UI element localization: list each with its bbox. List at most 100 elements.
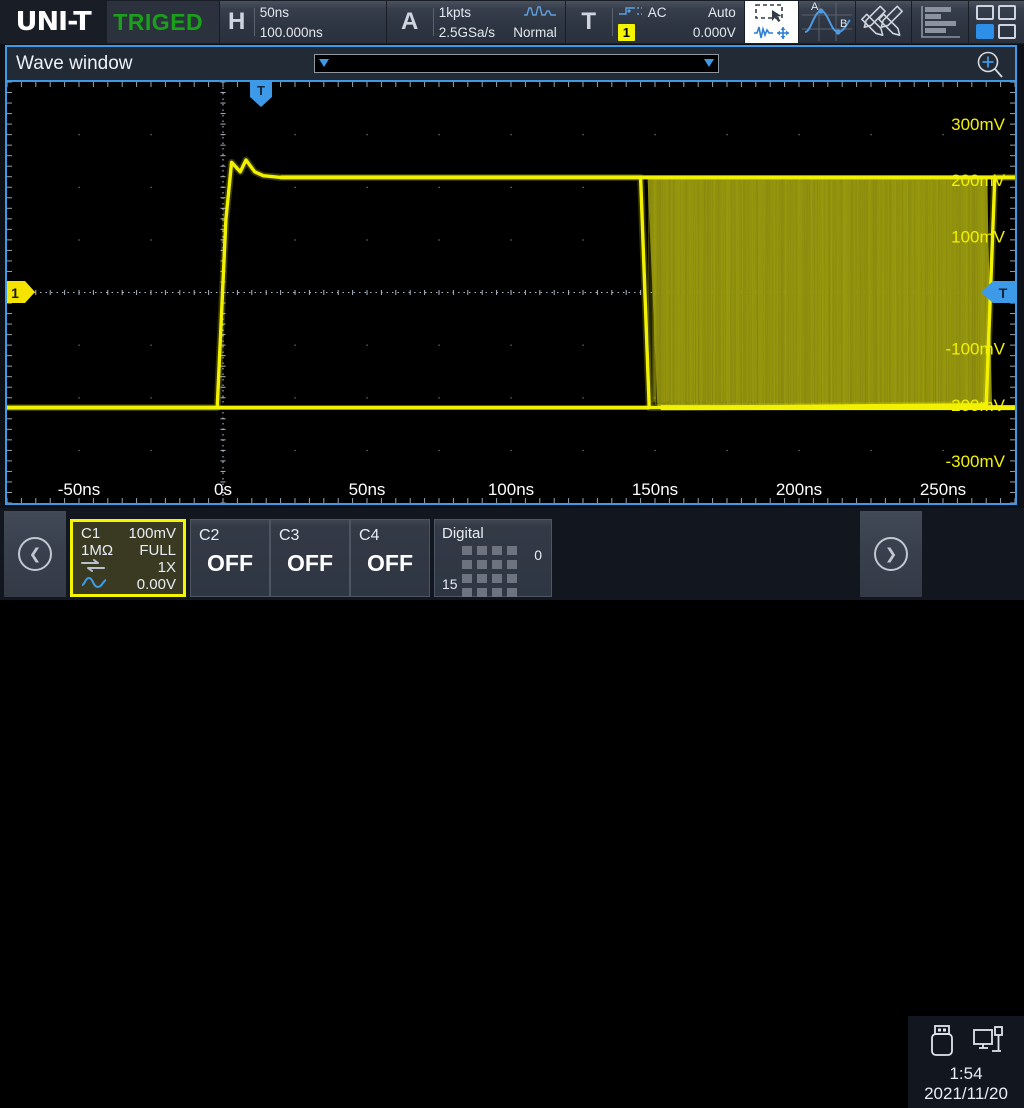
trigger-sweep-mode: Auto xyxy=(708,5,736,20)
c3-state: OFF xyxy=(271,550,349,577)
trigger-edge-icon xyxy=(618,4,644,21)
digital-channel-matrix xyxy=(462,546,517,597)
y-axis-tick-label: 100mV xyxy=(951,227,1006,246)
trigger-coupling: AC xyxy=(648,5,690,20)
c4-name: C4 xyxy=(359,527,379,545)
usb-drive-icon xyxy=(929,1025,955,1062)
quad-layout-icon[interactable] xyxy=(969,1,1024,43)
bottom-bar: ❮ C1 100mV 1MΩ FULL 1X xyxy=(0,508,1024,600)
chevron-right-icon: ❯ xyxy=(874,537,908,571)
channel-card-c1[interactable]: C1 100mV 1MΩ FULL 1X xyxy=(70,519,186,597)
layout-cell-2 xyxy=(998,5,1016,20)
c3-name: C3 xyxy=(279,527,299,545)
brand-logo: UNI-T xyxy=(0,0,107,44)
chevron-down-icon-right[interactable] xyxy=(704,59,714,67)
bar-histogram-icon[interactable] xyxy=(912,1,967,43)
pencils-icon[interactable] xyxy=(856,1,911,43)
sine-wave-icon xyxy=(81,576,107,593)
layout-cell-4 xyxy=(998,24,1016,39)
digital-cell xyxy=(462,546,472,555)
x-axis-tick-label: 50ns xyxy=(349,480,386,499)
x-axis-tick-label: 250ns xyxy=(920,480,966,499)
lan-network-icon xyxy=(973,1025,1003,1062)
horizontal-key-label: H xyxy=(220,1,254,43)
digital-low-index: 15 xyxy=(442,576,458,592)
c4-state: OFF xyxy=(351,550,429,577)
digital-cell xyxy=(507,588,517,597)
prev-channel-arrow[interactable]: ❮ xyxy=(4,511,66,597)
brand-logo-text: UNI-T xyxy=(16,7,91,37)
system-date: 2021/11/20 xyxy=(924,1084,1008,1104)
trigger-panel[interactable]: T AC Auto 1 0.000V xyxy=(566,1,744,43)
trigger-source: 1 xyxy=(618,24,635,41)
memory-depth: 1kpts xyxy=(439,5,471,20)
c1-offset: 0.00V xyxy=(137,576,176,593)
digital-high-index: 0 xyxy=(534,547,542,563)
page-title: Wave window xyxy=(16,53,133,75)
digital-cell xyxy=(477,574,487,583)
digital-cell xyxy=(477,560,487,569)
trigger-marker-top-label: T xyxy=(257,83,265,98)
acquire-key-label: A xyxy=(387,1,433,43)
trigger-marker-right-label: T xyxy=(999,285,1008,301)
waveform-icon xyxy=(523,4,557,21)
oscilloscope-screen: UNI-T TRIGED H 50ns 100.000ns A 1kpts xyxy=(0,0,1024,600)
channel-card-c2[interactable]: C2 OFF xyxy=(190,519,270,597)
digital-cell xyxy=(507,546,517,555)
digital-cell xyxy=(492,588,502,597)
channel-card-c3[interactable]: C3 OFF xyxy=(270,519,350,597)
digital-cell xyxy=(507,574,517,583)
x-axis-tick-label: 100ns xyxy=(488,480,534,499)
trigger-level-marker-right[interactable]: T xyxy=(981,281,1017,303)
magnifier-plus-icon[interactable] xyxy=(975,50,1005,80)
cursor-ab-icon[interactable]: A B xyxy=(799,1,854,43)
system-time: 1:54 xyxy=(949,1064,982,1084)
x-axis-tick-label: 200ns xyxy=(776,480,822,499)
x-axis-tick-label: -50ns xyxy=(58,480,101,499)
cursor-label-b: B xyxy=(840,18,847,30)
y-axis-tick-label: 300mV xyxy=(951,115,1006,134)
digital-cell xyxy=(492,546,502,555)
system-status: 1:54 2021/11/20 xyxy=(908,1016,1024,1108)
digital-card[interactable]: Digital 0 15 xyxy=(434,519,552,597)
c1-name: C1 xyxy=(81,525,100,542)
c2-name: C2 xyxy=(199,527,219,545)
channel-card-c4[interactable]: C4 OFF xyxy=(350,519,430,597)
marquee-select-icon[interactable] xyxy=(745,1,799,43)
c1-probe: 1X xyxy=(158,559,176,576)
y-axis-tick-label: -200mV xyxy=(945,396,1005,415)
top-status-bar: UNI-T TRIGED H 50ns 100.000ns A 1kpts xyxy=(0,0,1024,44)
acquire-mode: Normal xyxy=(513,25,557,40)
digital-cell xyxy=(477,588,487,597)
wave-window-dropdown[interactable] xyxy=(314,54,719,73)
trigger-level: 0.000V xyxy=(693,25,736,40)
plot-canvas[interactable]: 300mV200mV100mV-100mV-200mV-300mV-50ns0s… xyxy=(7,82,1015,503)
dc-coupling-icon xyxy=(81,559,105,576)
y-axis-tick-label: 200mV xyxy=(951,171,1006,190)
trigger-status-text: TRIGED xyxy=(113,9,203,36)
digital-cell xyxy=(462,588,472,597)
panel-divider xyxy=(433,8,434,36)
trigger-status: TRIGED xyxy=(107,1,218,43)
wave-window-titlebar: Wave window xyxy=(5,45,1017,80)
x-axis-tick-label: 150ns xyxy=(632,480,678,499)
waveform-svg: 300mV200mV100mV-100mV-200mV-300mV-50ns0s… xyxy=(7,82,1015,503)
y-axis-tick-label: -300mV xyxy=(945,452,1005,471)
horizontal-panel[interactable]: H 50ns 100.000ns xyxy=(220,1,386,43)
trigger-position-marker-top[interactable]: T xyxy=(250,81,272,107)
layout-cell-3 xyxy=(976,24,994,39)
panel-divider xyxy=(612,8,613,36)
c1-scale: 100mV xyxy=(128,525,176,542)
digital-label: Digital xyxy=(442,525,484,542)
channel-1-ground-marker[interactable]: 1 xyxy=(7,281,35,303)
c1-bandwidth: FULL xyxy=(139,542,176,559)
trigger-key-label: T xyxy=(566,1,612,43)
channel-marker-label: 1 xyxy=(11,285,19,301)
acquire-panel[interactable]: A 1kpts 2.5GSa/s Normal xyxy=(387,1,565,43)
next-channel-arrow[interactable]: ❯ xyxy=(860,511,922,597)
waveform-display[interactable]: 300mV200mV100mV-100mV-200mV-300mV-50ns0s… xyxy=(5,80,1017,505)
chevron-down-icon-left[interactable] xyxy=(319,59,329,67)
c2-state: OFF xyxy=(191,550,269,577)
sample-rate: 2.5GSa/s xyxy=(439,25,495,40)
x-axis-tick-label: 0s xyxy=(214,480,232,499)
